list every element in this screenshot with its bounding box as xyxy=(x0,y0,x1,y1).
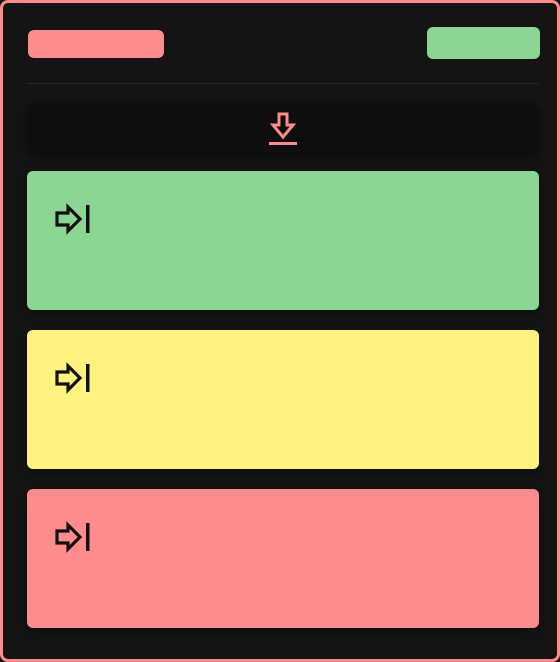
arrow-right-to-bar-icon xyxy=(55,203,90,235)
app-frame xyxy=(0,0,560,662)
download-button[interactable] xyxy=(27,103,539,153)
header-right-pill[interactable] xyxy=(427,27,540,59)
card-red[interactable] xyxy=(27,489,539,628)
card-yellow[interactable] xyxy=(27,330,539,469)
download-icon xyxy=(269,112,297,145)
arrow-right-to-bar-icon xyxy=(55,362,90,394)
header-left-pill[interactable] xyxy=(28,30,164,58)
card-green[interactable] xyxy=(27,171,539,310)
arrow-right-to-bar-icon xyxy=(55,521,90,553)
header-divider xyxy=(27,83,539,84)
